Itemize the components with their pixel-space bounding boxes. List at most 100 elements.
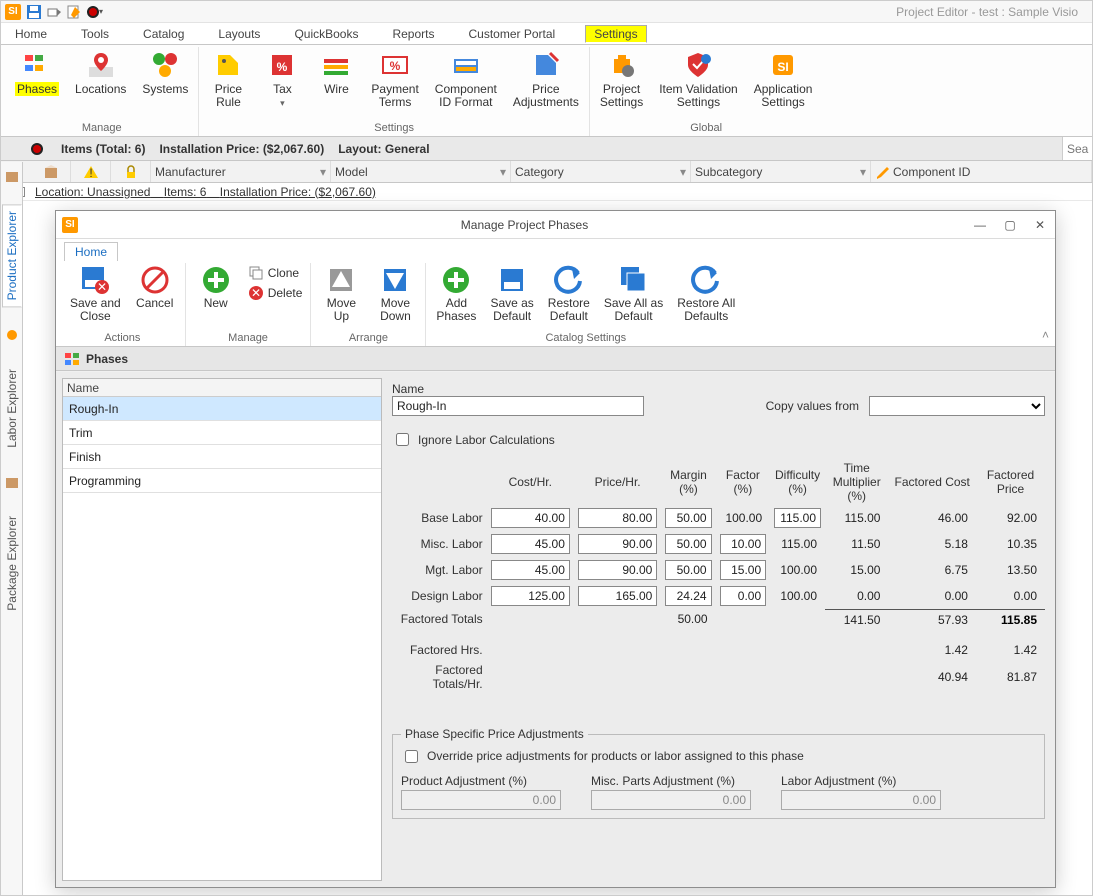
- tab-customer-portal[interactable]: Customer Portal: [465, 25, 560, 43]
- override-adjustments-checkbox[interactable]: [405, 750, 418, 763]
- filter-icon[interactable]: ▾: [500, 165, 506, 179]
- search-input[interactable]: Sea: [1062, 137, 1092, 160]
- ribbon-wire-button[interactable]: Wire: [313, 47, 359, 122]
- labor-adj-input: [781, 790, 941, 810]
- misc-adj-input: [591, 790, 751, 810]
- cost-input[interactable]: [491, 586, 570, 606]
- margin-input[interactable]: [665, 586, 711, 606]
- tab-settings[interactable]: Settings: [585, 25, 646, 43]
- save-and-close-button[interactable]: ✕Save and Close: [68, 263, 123, 325]
- rail-labor-explorer[interactable]: Labor Explorer: [3, 363, 21, 454]
- warn-icon: !: [83, 164, 99, 180]
- labor-adj-label: Labor Adjustment (%): [781, 774, 941, 788]
- ribbon-price-adjustments-button[interactable]: Price Adjustments: [509, 47, 583, 122]
- save-icon[interactable]: [25, 3, 43, 21]
- fprice-value: 13.50: [976, 557, 1045, 583]
- tab-layouts[interactable]: Layouts: [214, 25, 264, 43]
- ribbon-project-settings-button[interactable]: Project Settings: [596, 47, 647, 122]
- rail-package-explorer[interactable]: Package Explorer: [3, 510, 21, 617]
- maximize-button[interactable]: ▢: [995, 211, 1025, 238]
- factor-input[interactable]: [720, 534, 767, 554]
- delete-button[interactable]: ✕Delete: [248, 285, 303, 301]
- new-button[interactable]: New: [194, 263, 238, 312]
- tab-tools[interactable]: Tools: [77, 25, 113, 43]
- price-adjustments-group: Phase Specific Price Adjustments Overrid…: [392, 734, 1045, 819]
- svg-text:!: !: [89, 166, 92, 180]
- col-subcategory[interactable]: Subcategory▾: [691, 161, 871, 182]
- save-all-default-button[interactable]: Save All as Default: [602, 263, 665, 325]
- location-group-row[interactable]: - Location: Unassigned Items: 6 Installa…: [1, 183, 1092, 201]
- ribbon-item-validation-button[interactable]: Item Validation Settings: [655, 47, 742, 122]
- col-icon-lock[interactable]: [111, 161, 151, 182]
- fcost-value: 5.18: [888, 531, 976, 557]
- col-model[interactable]: Model▾: [331, 161, 511, 182]
- ribbon-price-rule-button[interactable]: Price Rule: [205, 47, 251, 122]
- move-down-button[interactable]: Move Down: [373, 263, 417, 325]
- restore-default-button[interactable]: Restore Default: [546, 263, 592, 325]
- phase-item-programming[interactable]: Programming: [63, 469, 381, 493]
- product-adj-label: Product Adjustment (%): [401, 774, 561, 788]
- price-input[interactable]: [578, 560, 657, 580]
- col-category[interactable]: Category▾: [511, 161, 691, 182]
- tab-quickbooks[interactable]: QuickBooks: [290, 25, 362, 43]
- phase-item-trim[interactable]: Trim: [63, 421, 381, 445]
- tab-home[interactable]: Home: [11, 25, 51, 43]
- price-input[interactable]: [578, 534, 657, 554]
- col-component-id[interactable]: Component ID: [871, 161, 1092, 182]
- copy-values-label: Copy values from: [766, 399, 859, 413]
- ribbon-component-id-button[interactable]: Component ID Format: [431, 47, 501, 122]
- col-icon-warn[interactable]: !: [71, 161, 111, 182]
- record-icon[interactable]: ▾: [85, 3, 103, 21]
- minimize-button[interactable]: —: [965, 211, 995, 238]
- factor-input[interactable]: [720, 586, 767, 606]
- ribbon-collapse-toggle[interactable]: ˄: [1042, 328, 1049, 342]
- add-phases-button[interactable]: Add Phases: [434, 263, 478, 325]
- row-label: Base Labor: [392, 505, 487, 531]
- svg-text:%: %: [277, 60, 288, 74]
- rail-product-explorer[interactable]: Product Explorer: [2, 204, 22, 307]
- save-as-default-button[interactable]: Save as Default: [488, 263, 535, 325]
- restore-all-defaults-button[interactable]: Restore All Defaults: [675, 263, 737, 325]
- tag-icon[interactable]: [45, 3, 63, 21]
- ignore-labor-checkbox[interactable]: [396, 433, 409, 446]
- edit-icon[interactable]: [65, 3, 83, 21]
- col-icon-box[interactable]: [31, 161, 71, 182]
- cost-input[interactable]: [491, 560, 570, 580]
- location-label: Location: Unassigned Items: 6 Installati…: [35, 185, 376, 199]
- tab-reports[interactable]: Reports: [388, 25, 438, 43]
- ribbon-payment-terms-button[interactable]: %Payment Terms: [367, 47, 422, 122]
- price-input[interactable]: [578, 586, 657, 606]
- ribbon-locations-button[interactable]: Locations: [71, 47, 130, 122]
- dialog-tab-home[interactable]: Home: [64, 242, 118, 261]
- price-input[interactable]: [578, 508, 657, 528]
- cost-input[interactable]: [491, 508, 570, 528]
- phases-list-header[interactable]: Name: [63, 379, 381, 397]
- move-down-icon: [380, 265, 410, 295]
- copy-values-select[interactable]: [869, 396, 1045, 416]
- ribbon-systems-button[interactable]: Systems: [138, 47, 192, 122]
- tab-catalog[interactable]: Catalog: [139, 25, 188, 43]
- difficulty-input[interactable]: [774, 508, 821, 528]
- save-all-default-icon: [619, 265, 649, 295]
- main-menu-tabs: Home Tools Catalog Layouts QuickBooks Re…: [1, 23, 1092, 45]
- margin-input[interactable]: [665, 508, 711, 528]
- filter-icon[interactable]: ▾: [680, 165, 686, 179]
- move-up-button[interactable]: Move Up: [319, 263, 363, 325]
- cancel-button[interactable]: Cancel: [133, 263, 177, 312]
- fhrs-fcost: 1.42: [888, 640, 976, 660]
- margin-input[interactable]: [665, 534, 711, 554]
- phase-item-finish[interactable]: Finish: [63, 445, 381, 469]
- clone-button[interactable]: Clone: [248, 265, 303, 281]
- margin-input[interactable]: [665, 560, 711, 580]
- phase-item-rough-in[interactable]: Rough-In: [63, 397, 381, 421]
- filter-icon[interactable]: ▾: [320, 165, 326, 179]
- ribbon-tax-button[interactable]: %Tax▾: [259, 47, 305, 122]
- factor-input[interactable]: [720, 560, 767, 580]
- ribbon-phases-button[interactable]: Phases: [11, 47, 63, 122]
- col-manufacturer[interactable]: Manufacturer▾: [151, 161, 331, 182]
- ribbon-app-settings-button[interactable]: SIApplication Settings: [750, 47, 817, 122]
- filter-icon[interactable]: ▾: [860, 165, 866, 179]
- phase-name-input[interactable]: [392, 396, 644, 416]
- cost-input[interactable]: [491, 534, 570, 554]
- close-button[interactable]: ✕: [1025, 211, 1055, 238]
